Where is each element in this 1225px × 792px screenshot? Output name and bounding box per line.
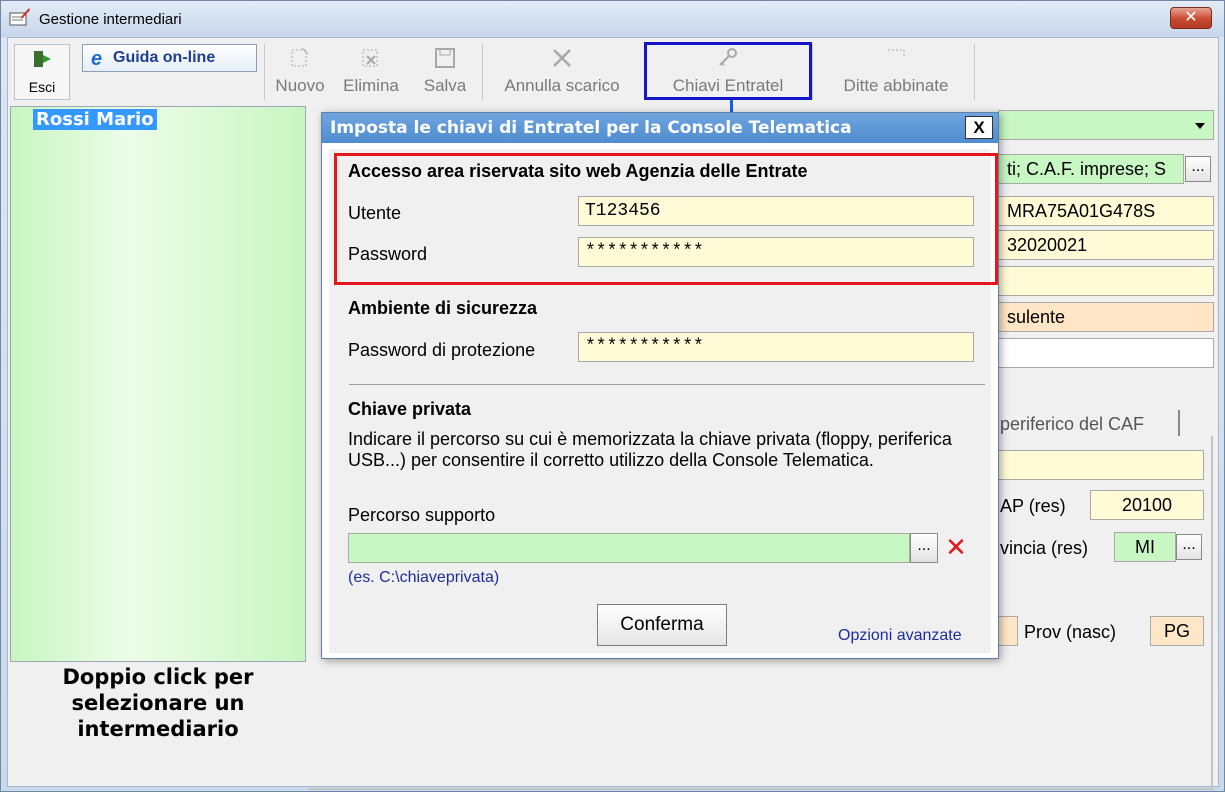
provincia-res-label: vincia (res) xyxy=(1000,538,1089,558)
category-browse-button[interactable]: ... xyxy=(1185,156,1211,182)
salva-button[interactable]: Salva xyxy=(412,44,478,100)
title-bar: Gestione intermediari ✕ xyxy=(1,1,1224,37)
utente-label: Utente xyxy=(348,203,402,223)
annulla-scarico-button[interactable]: Annulla scarico xyxy=(488,44,636,100)
toolbar-separator xyxy=(482,44,483,100)
delete-icon xyxy=(362,49,378,67)
role-field[interactable]: sulente xyxy=(998,302,1214,332)
section-sicurezza-title: Ambiente di sicurezza xyxy=(348,298,538,318)
internet-explorer-icon: e xyxy=(91,48,103,70)
ditte-abbinate-button[interactable]: Ditte abbinate xyxy=(818,44,974,100)
password-protezione-input[interactable]: *********** xyxy=(578,332,974,362)
toolbar-separator xyxy=(812,44,813,100)
toolbar-separator xyxy=(264,44,265,100)
empty-field[interactable] xyxy=(998,266,1214,296)
window-title: Gestione intermediari xyxy=(39,11,182,28)
esci-button[interactable]: Esci xyxy=(14,44,70,100)
nuovo-button[interactable]: Nuovo xyxy=(268,44,332,100)
intermediari-list[interactable]: Rossi Mario xyxy=(10,106,306,662)
utente-input[interactable]: T123456 xyxy=(578,196,974,226)
password-input[interactable]: *********** xyxy=(578,237,974,267)
elimina-label: Elimina xyxy=(343,76,399,95)
codice-fiscale-field[interactable]: MRA75A01G478S xyxy=(998,196,1214,226)
dialog-close-button[interactable]: X xyxy=(965,116,993,139)
prov-nasc-field[interactable]: PG xyxy=(1150,616,1204,646)
window-close-button[interactable]: ✕ xyxy=(1170,7,1212,29)
elimina-button[interactable]: Elimina xyxy=(336,44,406,100)
entratel-keys-dialog: Imposta le chiavi di Entratel per la Con… xyxy=(321,112,999,659)
nuovo-label: Nuovo xyxy=(275,76,325,95)
tab-periferico-caf[interactable]: periferico del CAF xyxy=(1000,414,1144,435)
category-dropdown[interactable] xyxy=(998,110,1214,140)
cap-field[interactable]: 20100 xyxy=(1090,490,1204,520)
toolbar-separator xyxy=(974,44,975,100)
dialog-body: Accesso area riservata sito web Agenzia … xyxy=(329,149,998,653)
dialog-title: Imposta le chiavi di Entratel per la Con… xyxy=(322,113,998,143)
password-label: Password xyxy=(348,244,428,264)
empty-field-2[interactable] xyxy=(998,338,1214,368)
section-chiave-title: Chiave privata xyxy=(348,399,472,419)
guida-online-button[interactable]: e Guida on-line xyxy=(82,44,257,72)
opzioni-avanzate-link[interactable]: Opzioni avanzate xyxy=(838,627,962,645)
tab-divider xyxy=(1178,410,1180,436)
panel-border xyxy=(1211,436,1213,790)
esci-label: Esci xyxy=(28,79,56,95)
salva-label: Salva xyxy=(423,76,467,95)
section-divider xyxy=(349,384,985,385)
linked-companies-icon xyxy=(888,49,905,58)
guida-label: Guida on-line xyxy=(113,49,216,66)
dialog-title-text: Imposta le chiavi di Entratel per la Con… xyxy=(330,118,852,138)
save-icon xyxy=(435,48,455,68)
chiave-description: Indicare il percorso su cui è memorizzat… xyxy=(348,429,952,470)
conferma-button[interactable]: Conferma xyxy=(597,604,727,646)
prov-nasc-label: Prov (nasc) xyxy=(1024,622,1117,642)
cap-label: AP (res) xyxy=(1000,496,1066,516)
percorso-input[interactable] xyxy=(348,533,910,563)
annulla-label: Annulla scarico xyxy=(504,76,620,95)
exit-icon xyxy=(34,51,51,67)
percorso-browse-button[interactable]: ... xyxy=(910,533,938,563)
app-icon xyxy=(9,8,30,26)
number-field[interactable]: 32020021 xyxy=(998,230,1214,260)
section-accesso-title: Accesso area riservata sito web Agenzia … xyxy=(348,161,808,181)
percorso-label: Percorso supporto xyxy=(348,505,496,525)
cancel-icon xyxy=(553,49,571,67)
new-icon xyxy=(291,47,309,67)
list-item-selected[interactable]: Rossi Mario xyxy=(33,109,157,130)
category-field[interactable]: ti; C.A.F. imprese; S xyxy=(998,154,1184,184)
provincia-browse-button[interactable]: ... xyxy=(1176,534,1202,560)
provincia-res-field[interactable]: MI xyxy=(1114,532,1176,562)
password-protezione-label: Password di protezione xyxy=(348,340,536,360)
main-window: Gestione intermediari ✕ Esci e Guida on-… xyxy=(0,0,1225,792)
ditte-label: Ditte abbinate xyxy=(843,76,949,95)
percorso-example: (es. C:\chiaveprivata) xyxy=(348,569,500,586)
clear-path-icon[interactable]: ✕ xyxy=(941,533,971,563)
birthplace-field[interactable] xyxy=(998,616,1018,646)
list-hint: Doppio click per selezionare un intermed… xyxy=(62,665,254,741)
address-field[interactable] xyxy=(998,450,1204,480)
panel-bottom-border xyxy=(308,788,1214,790)
chevron-down-icon xyxy=(1195,123,1205,129)
chiavi-highlight-frame xyxy=(644,42,812,100)
